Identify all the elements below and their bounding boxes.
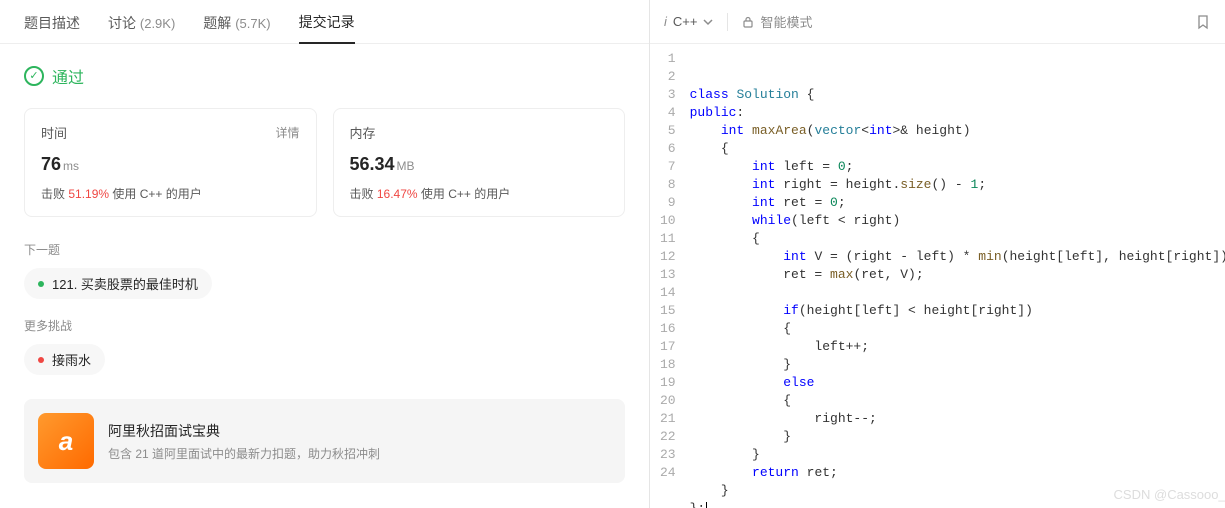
promo-card[interactable]: a 阿里秋招面试宝典 包含 21 道阿里面试中的最新力扣题，助力秋招冲刺 xyxy=(24,399,625,483)
divider xyxy=(727,13,728,31)
value-number: 76 xyxy=(41,154,61,174)
smart-mode-label: 智能模式 xyxy=(760,12,812,31)
beat-pct: 51.19% xyxy=(68,187,109,201)
code-editor[interactable]: 123456789101112131415161718192021222324 … xyxy=(650,44,1225,508)
card-value: 76ms xyxy=(41,154,300,175)
right-panel: i C++ 智能模式 12345678910111213141516171819… xyxy=(650,0,1225,508)
difficulty-dot-icon xyxy=(38,281,44,287)
smart-mode[interactable]: 智能模式 xyxy=(742,12,812,31)
bookmark-icon[interactable] xyxy=(1195,14,1211,30)
check-icon: ✓ xyxy=(24,66,44,86)
memory-card[interactable]: 内存 56.34MB 击败 16.47% 使用 C++ 的用户 xyxy=(333,108,626,217)
tab-label: 讨论 xyxy=(108,15,136,31)
lock-icon xyxy=(742,16,754,28)
section-more: 更多挑战 xyxy=(24,317,625,334)
tab-discuss[interactable]: 讨论 (2.9K) xyxy=(108,1,175,43)
promo-logo: a xyxy=(38,413,94,469)
section-next: 下一题 xyxy=(24,241,625,258)
watermark: CSDN @Cassooo_ xyxy=(1114,486,1225,504)
detail-link[interactable]: 详情 xyxy=(275,124,299,141)
language-select[interactable]: i C++ xyxy=(664,14,713,29)
value-unit: MB xyxy=(397,159,415,173)
card-beat: 击败 51.19% 使用 C++ 的用户 xyxy=(41,185,300,202)
left-panel: 题目描述 讨论 (2.9K) 题解 (5.7K) 提交记录 ✓ 通过 时间 详情 xyxy=(0,0,650,508)
code-content[interactable]: class Solution {public: int maxArea(vect… xyxy=(690,50,1225,508)
tab-submissions[interactable]: 提交记录 xyxy=(299,0,355,44)
language-label: C++ xyxy=(673,14,698,29)
promo-title: 阿里秋招面试宝典 xyxy=(108,421,380,441)
info-icon: i xyxy=(664,14,667,29)
promo-text: 阿里秋招面试宝典 包含 21 道阿里面试中的最新力扣题，助力秋招冲刺 xyxy=(108,421,380,462)
card-title: 时间 xyxy=(41,123,67,142)
promo-sub: 包含 21 道阿里面试中的最新力扣题，助力秋招冲刺 xyxy=(108,445,380,462)
next-problem-label: 121. 买卖股票的最佳时机 xyxy=(52,274,198,293)
card-beat: 击败 16.47% 使用 C++ 的用户 xyxy=(350,185,609,202)
tabs: 题目描述 讨论 (2.9K) 题解 (5.7K) 提交记录 xyxy=(0,0,649,44)
difficulty-dot-icon xyxy=(38,357,44,363)
editor-header: i C++ 智能模式 xyxy=(650,0,1225,44)
card-title: 内存 xyxy=(350,123,376,142)
more-problem-label: 接雨水 xyxy=(52,350,91,369)
line-gutter: 123456789101112131415161718192021222324 xyxy=(650,50,690,508)
status-label: 通过 xyxy=(52,64,84,88)
value-unit: ms xyxy=(63,159,79,173)
value-number: 56.34 xyxy=(350,154,395,174)
content: ✓ 通过 时间 详情 76ms 击败 51.19% 使用 C++ 的用户 xyxy=(0,44,649,508)
status-row: ✓ 通过 xyxy=(24,64,625,88)
tab-count: (2.9K) xyxy=(140,16,175,31)
tab-label: 题目描述 xyxy=(24,15,80,31)
card-value: 56.34MB xyxy=(350,154,609,175)
tab-count: (5.7K) xyxy=(235,16,270,31)
stats-cards: 时间 详情 76ms 击败 51.19% 使用 C++ 的用户 内存 56.34… xyxy=(24,108,625,217)
next-problem-pill[interactable]: 121. 买卖股票的最佳时机 xyxy=(24,268,212,299)
tab-label: 提交记录 xyxy=(299,14,355,30)
tab-label: 题解 xyxy=(203,15,231,31)
time-card[interactable]: 时间 详情 76ms 击败 51.19% 使用 C++ 的用户 xyxy=(24,108,317,217)
beat-pct: 16.47% xyxy=(377,187,418,201)
tab-description[interactable]: 题目描述 xyxy=(24,1,80,43)
chevron-down-icon xyxy=(703,17,713,27)
tab-solutions[interactable]: 题解 (5.7K) xyxy=(203,1,270,43)
more-problem-pill[interactable]: 接雨水 xyxy=(24,344,105,375)
